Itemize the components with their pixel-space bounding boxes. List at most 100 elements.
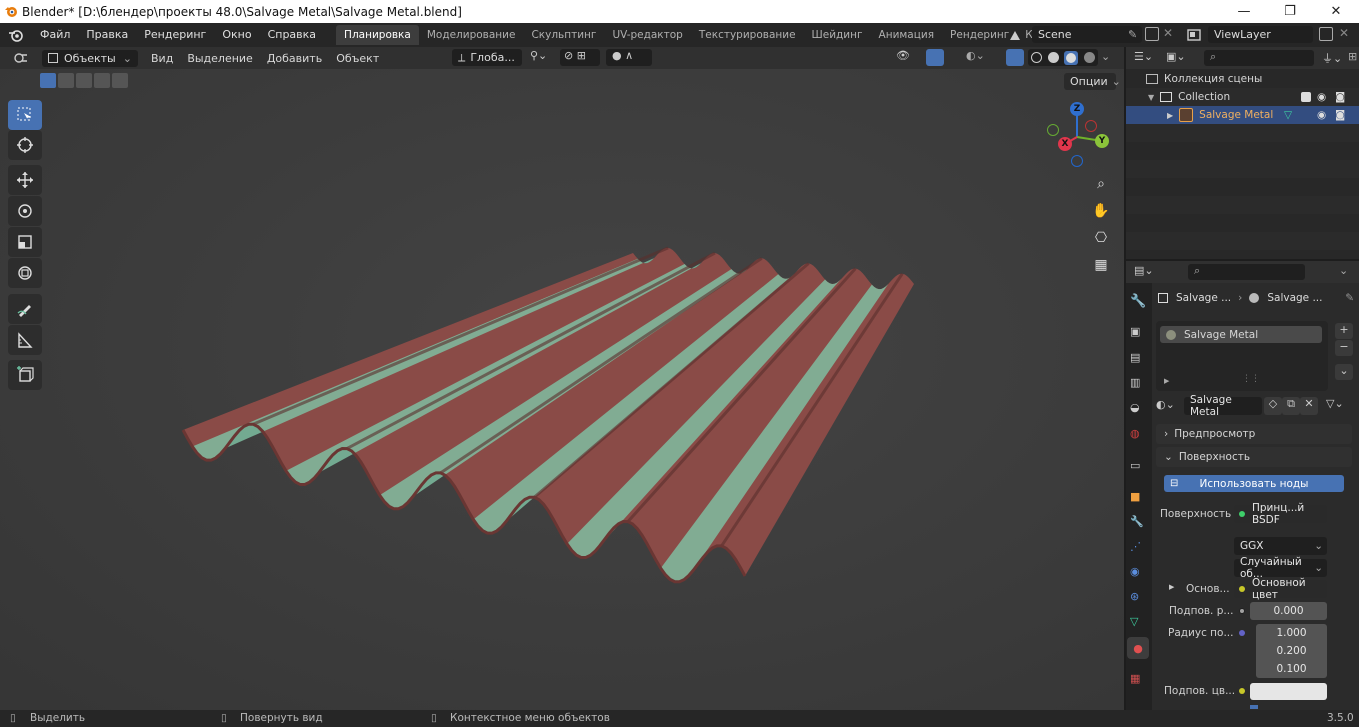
texture-tab-icon[interactable]: ▦	[1130, 672, 1140, 685]
viewport-menu-item[interactable]: Выделение	[180, 52, 260, 65]
new-collection-icon[interactable]: ⊞	[1348, 50, 1357, 63]
resize-handle-icon[interactable]: ⋮⋮	[1242, 374, 1260, 384]
display-mode-icon[interactable]: ▣⌄	[1166, 50, 1192, 66]
grid-perspective-icon[interactable]: ▦	[1089, 253, 1113, 277]
proportional-edit-icon[interactable]: ● ∧	[606, 49, 652, 66]
viewport-menu-item[interactable]: Добавить	[260, 52, 329, 65]
menu-item[interactable]: Правка	[78, 23, 136, 47]
workspace-tab[interactable]: Текстурирование	[691, 25, 804, 45]
measure-tool[interactable]	[8, 325, 42, 355]
add-slot-button[interactable]: +	[1335, 323, 1353, 339]
scene-selector[interactable]: Scene	[1032, 26, 1142, 43]
menu-item[interactable]: Справка	[260, 23, 324, 47]
subsurface-field[interactable]: 0.000	[1250, 602, 1327, 620]
workspace-tab[interactable]: Скульптинг	[523, 25, 604, 45]
output-tab-icon[interactable]: ▤	[1130, 351, 1140, 364]
browse-material-icon[interactable]: ◐⌄	[1156, 398, 1184, 414]
use-nodes-button[interactable]: ⊟ Использовать ноды	[1164, 475, 1344, 492]
tool-tab-icon[interactable]: 🔧	[1130, 294, 1146, 309]
close-button[interactable]: ✕	[1313, 0, 1359, 23]
cursor-tool[interactable]	[8, 130, 42, 160]
maximize-button[interactable]: ❐	[1267, 0, 1313, 23]
preview-panel-header[interactable]: › Предпросмотр	[1156, 424, 1352, 444]
mesh-data-tab-icon[interactable]: ▽	[1130, 615, 1138, 628]
gizmo-neg-x-axis[interactable]	[1085, 120, 1097, 132]
workspace-tab[interactable]: Шейдинг	[804, 25, 871, 45]
3d-viewport[interactable]	[0, 47, 1124, 710]
annotate-tool[interactable]	[8, 294, 42, 324]
distribution-select[interactable]: GGX ⌄	[1234, 537, 1327, 555]
material-slot-item[interactable]: Salvage Metal	[1160, 326, 1322, 343]
navigation-gizmo[interactable]: Z Y X	[1040, 100, 1114, 174]
menu-item[interactable]: Окно	[214, 23, 259, 47]
gizmo-neg-z-axis[interactable]	[1071, 155, 1083, 167]
editor-type-icon[interactable]	[8, 50, 34, 67]
world-tab-icon[interactable]: ◍	[1130, 427, 1140, 440]
scene-icon[interactable]	[1005, 26, 1027, 44]
pin-icon[interactable]: ✎	[1128, 28, 1137, 41]
eye-icon[interactable]: ◉	[1317, 109, 1326, 121]
link-type-icon[interactable]: ▽⌄	[1326, 397, 1354, 415]
surface-shader-field[interactable]: Принц...й BSDF	[1234, 502, 1327, 526]
salvage-metal-sheet[interactable]	[0, 47, 1124, 710]
move-tool[interactable]	[8, 165, 42, 195]
menu-item[interactable]: Файл	[32, 23, 78, 47]
remove-view-layer-icon[interactable]: ✕	[1339, 26, 1349, 40]
select-box-tool[interactable]	[8, 100, 42, 130]
snap-icon[interactable]: ⊘ ⊞	[560, 49, 600, 66]
gizmo-z-axis[interactable]: Z	[1070, 102, 1084, 116]
camera-icon[interactable]: ◙	[1335, 109, 1345, 121]
menu-item[interactable]: Рендеринг	[136, 23, 214, 47]
render-tab-icon[interactable]: ▣	[1130, 325, 1140, 338]
camera-view-icon[interactable]: ⎔	[1089, 226, 1113, 250]
add-cube-tool[interactable]	[8, 360, 42, 390]
properties-search-input[interactable]: ⌕	[1188, 264, 1305, 280]
workspace-tab[interactable]: UV-редактор	[604, 25, 690, 45]
material-name-field[interactable]: Salvage Metal	[1184, 394, 1262, 418]
remove-scene-icon[interactable]: ✕	[1163, 26, 1173, 40]
view-layer-selector[interactable]: ViewLayer	[1208, 26, 1313, 43]
pan-hand-icon[interactable]: ✋	[1089, 199, 1113, 223]
collection-checkbox[interactable]	[1301, 92, 1311, 102]
expand-arrow-icon[interactable]: ▶	[1167, 111, 1173, 120]
collection-tab-icon[interactable]: ▭	[1130, 459, 1140, 472]
particles-tab-icon[interactable]: ⋰	[1130, 540, 1141, 553]
xray-toggle-icon[interactable]	[1006, 49, 1024, 66]
radius-y-field[interactable]: 0.200	[1256, 642, 1327, 660]
properties-editor-icon[interactable]: ▤⌄	[1134, 264, 1154, 277]
outliner-editor-icon[interactable]: ☰⌄	[1134, 50, 1160, 66]
fake-user-icon[interactable]: ◇	[1264, 397, 1282, 415]
options-dropdown[interactable]: Опции ⌄	[1064, 73, 1121, 90]
surface-panel-header[interactable]: ⌄ Поверхность	[1156, 447, 1352, 467]
unlink-material-icon[interactable]: ✕	[1300, 397, 1318, 415]
select-subtract-icon[interactable]	[76, 73, 92, 88]
expand-arrow-icon[interactable]: ▶	[1169, 583, 1174, 591]
outliner-row-collection[interactable]: ▼ Collection ◉ ◙	[1126, 88, 1359, 106]
pin-icon[interactable]: ✎	[1345, 292, 1354, 304]
outliner-row-object[interactable]: ▶ Salvage Metal ▽ ◉ ◙	[1126, 106, 1359, 124]
rotate-tool[interactable]	[8, 196, 42, 226]
physics-tab-icon[interactable]: ◉	[1130, 565, 1140, 578]
zoom-icon[interactable]: ⌕	[1089, 172, 1113, 196]
solid-shading-icon[interactable]	[1047, 52, 1059, 63]
select-invert-icon[interactable]	[94, 73, 110, 88]
object-tab-icon[interactable]: ■	[1130, 490, 1140, 503]
outliner-row-scene[interactable]: Коллекция сцены	[1126, 70, 1359, 88]
pivot-icon[interactable]: ⚲⌄	[530, 49, 556, 66]
outliner-search-input[interactable]: ⌕	[1204, 50, 1314, 66]
slot-specials-button[interactable]: ⌄	[1335, 364, 1353, 380]
mesh-data-icon[interactable]: ▽	[1284, 109, 1292, 121]
breadcrumb-object[interactable]: Salvage ...	[1176, 292, 1231, 304]
radius-z-field[interactable]: 0.100	[1256, 660, 1327, 678]
subsurface-color-swatch[interactable]	[1250, 683, 1327, 700]
visibility-icon[interactable]: 👁	[896, 49, 922, 66]
workspace-tab[interactable]: Анимация	[871, 25, 943, 45]
eye-icon[interactable]: ◉	[1317, 91, 1326, 103]
new-scene-icon[interactable]	[1145, 27, 1159, 41]
constraints-tab-icon[interactable]: ⊛	[1130, 590, 1139, 603]
scale-tool[interactable]	[8, 227, 42, 257]
wireframe-shading-icon[interactable]	[1030, 52, 1042, 63]
filter-icon[interactable]: ⏚⌄	[1322, 50, 1342, 66]
overlay-icon[interactable]: ◐⌄	[966, 49, 996, 66]
modifier-tab-icon[interactable]: 🔧	[1130, 515, 1144, 528]
